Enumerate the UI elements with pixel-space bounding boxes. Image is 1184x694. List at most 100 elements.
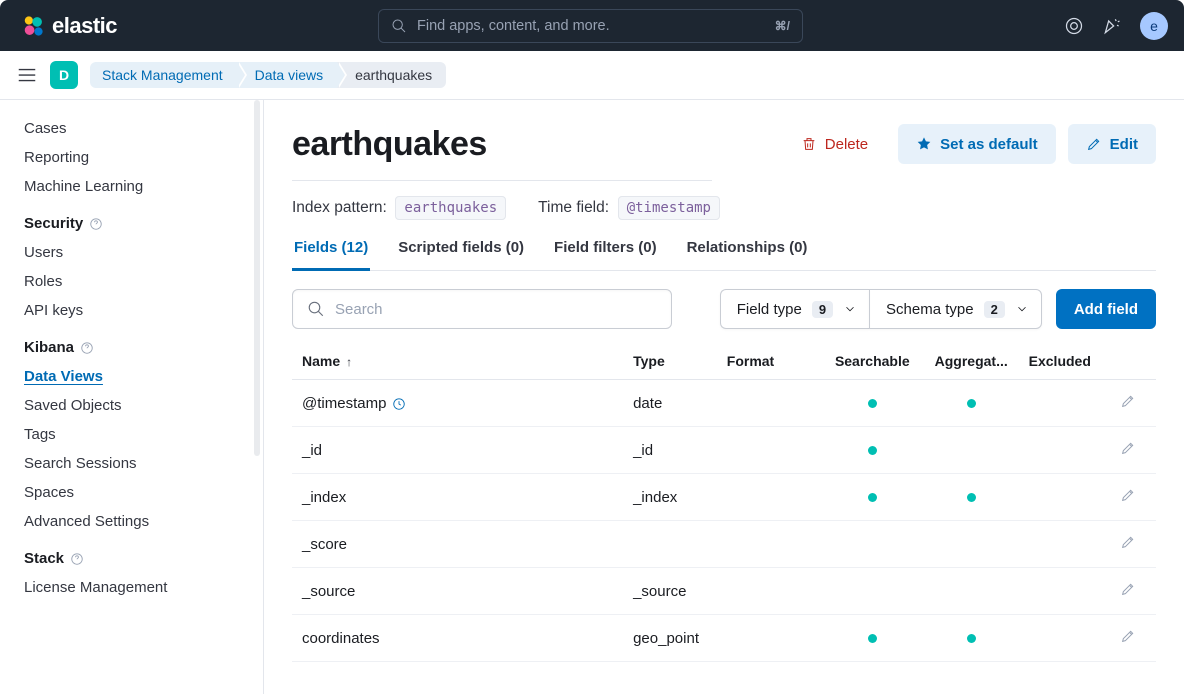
pattern-label: Index pattern: [292, 199, 387, 216]
main-content: earthquakes Delete Set as default Edit [264, 100, 1184, 694]
nav-api-keys[interactable]: API keys [24, 296, 263, 325]
nav-saved-objects[interactable]: Saved Objects [24, 391, 263, 420]
breadcrumb-bar: D Stack Management Data views earthquake… [0, 51, 1184, 100]
cell-name: @timestamp [292, 380, 625, 427]
cell-format [719, 474, 823, 521]
cell-searchable [823, 427, 922, 474]
col-type[interactable]: Type [625, 345, 719, 380]
nav-cases[interactable]: Cases [24, 114, 263, 143]
cell-format [719, 615, 823, 662]
fields-table: Name↑ Type Format Searchable Aggregat...… [292, 345, 1156, 662]
nav-reporting[interactable]: Reporting [24, 143, 263, 172]
cell-excluded [1021, 568, 1104, 615]
pencil-icon[interactable] [1120, 393, 1136, 409]
table-row: _index _index [292, 474, 1156, 521]
help-icon[interactable] [80, 341, 94, 355]
pencil-icon[interactable] [1120, 581, 1136, 597]
status-dot [967, 493, 976, 502]
global-search[interactable]: ⌘/ [378, 9, 803, 43]
pencil-icon[interactable] [1120, 534, 1136, 550]
table-row: _source _source [292, 568, 1156, 615]
cell-name: coordinates [292, 615, 625, 662]
nav-spaces[interactable]: Spaces [24, 478, 263, 507]
set-default-label: Set as default [940, 136, 1038, 153]
cell-excluded [1021, 380, 1104, 427]
pencil-icon[interactable] [1120, 628, 1136, 644]
cell-type: date [625, 380, 719, 427]
donut-icon[interactable] [1064, 16, 1084, 36]
meta-row: Index pattern: earthquakes Time field: @… [292, 199, 1156, 217]
cell-searchable [823, 380, 922, 427]
cell-searchable [823, 615, 922, 662]
nav-data-views[interactable]: Data Views [24, 362, 263, 391]
page-title: earthquakes [292, 125, 487, 164]
set-default-button[interactable]: Set as default [898, 124, 1056, 164]
tab-scripted[interactable]: Scripted fields (0) [396, 239, 526, 270]
col-name[interactable]: Name↑ [292, 345, 625, 380]
search-shortcut: ⌘/ [775, 19, 790, 33]
crumb-data-views[interactable]: Data views [237, 62, 337, 88]
status-dot [868, 634, 877, 643]
help-icon[interactable] [89, 217, 103, 231]
schema-type-filter[interactable]: Schema type 2 [869, 289, 1042, 329]
col-aggregatable[interactable]: Aggregat... [922, 345, 1021, 380]
nav-search-sessions[interactable]: Search Sessions [24, 449, 263, 478]
user-avatar[interactable]: e [1140, 12, 1168, 40]
section-kibana: Kibana [24, 325, 263, 362]
cell-type: _id [625, 427, 719, 474]
tab-relationships[interactable]: Relationships (0) [685, 239, 810, 270]
cheer-icon[interactable] [1102, 16, 1122, 36]
section-security-label: Security [24, 215, 83, 232]
status-dot [868, 399, 877, 408]
cell-excluded [1021, 521, 1104, 568]
sidebar: Cases Reporting Machine Learning Securit… [0, 100, 264, 694]
sidebar-scrollbar[interactable] [254, 100, 260, 456]
col-format[interactable]: Format [719, 345, 823, 380]
field-search[interactable] [292, 289, 672, 329]
help-icon[interactable] [70, 552, 84, 566]
time-label: Time field: [538, 199, 609, 216]
star-icon [916, 136, 932, 152]
status-dot [868, 446, 877, 455]
field-type-filter[interactable]: Field type 9 [720, 289, 869, 329]
space-badge[interactable]: D [50, 61, 78, 89]
nav-users[interactable]: Users [24, 238, 263, 267]
brand-text: elastic [52, 13, 117, 39]
cell-aggregatable [922, 474, 1021, 521]
breadcrumbs: Stack Management Data views earthquakes [90, 62, 446, 88]
cell-type: _index [625, 474, 719, 521]
table-row: @timestamp date [292, 380, 1156, 427]
nav-ml[interactable]: Machine Learning [24, 172, 263, 201]
sort-asc-icon: ↑ [346, 355, 352, 369]
pencil-icon[interactable] [1120, 487, 1136, 503]
edit-button[interactable]: Edit [1068, 124, 1156, 164]
cell-excluded [1021, 427, 1104, 474]
section-kibana-label: Kibana [24, 339, 74, 356]
cell-aggregatable [922, 521, 1021, 568]
tab-fields[interactable]: Fields (12) [292, 239, 370, 271]
cell-searchable [823, 474, 922, 521]
table-row: coordinates geo_point [292, 615, 1156, 662]
crumb-current: earthquakes [337, 62, 446, 88]
cell-aggregatable [922, 615, 1021, 662]
menu-toggle-icon[interactable] [16, 64, 38, 86]
nav-license[interactable]: License Management [24, 573, 263, 602]
nav-advanced-settings[interactable]: Advanced Settings [24, 507, 263, 536]
add-field-button[interactable]: Add field [1056, 289, 1156, 329]
cell-aggregatable [922, 568, 1021, 615]
brand-logo[interactable]: elastic [22, 13, 117, 39]
nav-roles[interactable]: Roles [24, 267, 263, 296]
pencil-icon [1086, 136, 1102, 152]
field-search-input[interactable] [335, 301, 657, 318]
nav-tags[interactable]: Tags [24, 420, 263, 449]
tab-filters[interactable]: Field filters (0) [552, 239, 659, 270]
delete-button[interactable]: Delete [783, 124, 886, 164]
col-excluded[interactable]: Excluded [1021, 345, 1104, 380]
global-search-input[interactable] [417, 18, 765, 34]
col-searchable[interactable]: Searchable [823, 345, 922, 380]
status-dot [868, 493, 877, 502]
schema-type-count: 2 [984, 301, 1005, 318]
pencil-icon[interactable] [1120, 440, 1136, 456]
cell-excluded [1021, 615, 1104, 662]
crumb-stack-management[interactable]: Stack Management [90, 62, 237, 88]
